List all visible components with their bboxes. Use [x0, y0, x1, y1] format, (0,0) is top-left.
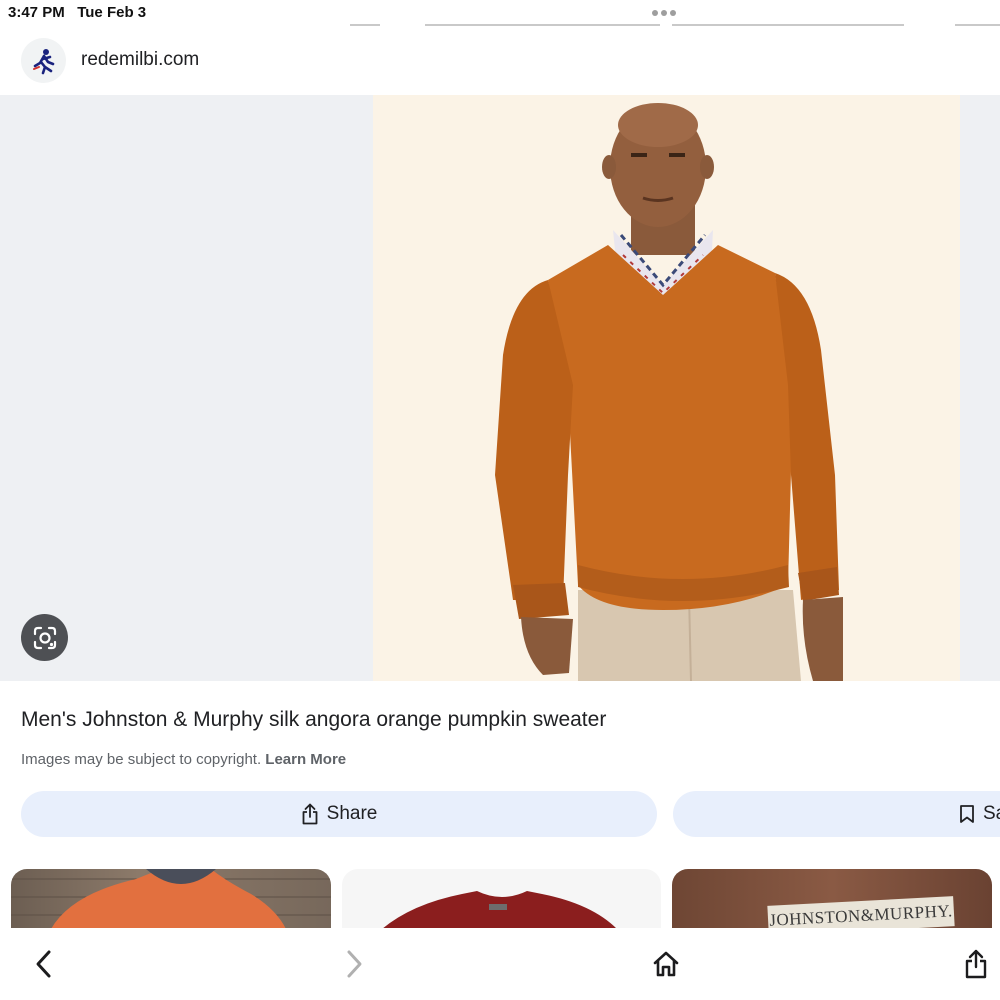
home-icon: [653, 951, 679, 977]
status-clock: 3:47 PM: [8, 4, 65, 21]
share-button[interactable]: Share: [21, 791, 657, 837]
source-domain[interactable]: redemilbi.com: [81, 49, 199, 71]
bottom-toolbar: [0, 928, 1000, 1000]
share-icon: [302, 803, 318, 825]
status-time: 3:47 PM Tue Feb 3: [8, 4, 146, 21]
running-figure-icon: [21, 38, 66, 83]
image-viewer[interactable]: [0, 95, 1000, 681]
toolbar-share-button[interactable]: [956, 944, 996, 984]
tab-strip: [0, 24, 1000, 27]
back-button[interactable]: [24, 944, 64, 984]
related-thumbnail[interactable]: [342, 869, 661, 929]
orange-sweater-thumbnail: [11, 869, 331, 929]
save-label: Sa: [983, 803, 1000, 824]
learn-more-link[interactable]: Learn More: [265, 751, 346, 768]
share-icon: [965, 949, 987, 979]
copyright-text: Images may be subject to copyright.: [21, 751, 262, 768]
related-images: JOHNSTON&MURPHY.: [0, 869, 1000, 929]
save-button[interactable]: Sa: [673, 791, 1000, 837]
red-sweater-thumbnail: [382, 891, 617, 929]
related-thumbnail[interactable]: JOHNSTON&MURPHY.: [672, 869, 992, 929]
google-lens-button[interactable]: [21, 614, 68, 661]
source-header[interactable]: redemilbi.com: [0, 30, 1000, 92]
brand-label: JOHNSTON&MURPHY.: [767, 896, 955, 929]
chevron-right-icon: [347, 950, 362, 978]
multitasking-dots-icon[interactable]: [652, 10, 676, 16]
forward-button[interactable]: [334, 944, 374, 984]
status-date: Tue Feb 3: [77, 4, 147, 21]
google-lens-icon: [33, 626, 56, 649]
copyright-note: Images may be subject to copyright. Lear…: [21, 751, 346, 768]
image-title: Men's Johnston & Murphy silk angora oran…: [21, 708, 607, 731]
related-thumbnail[interactable]: [11, 869, 331, 929]
status-bar: 3:47 PM Tue Feb 3: [0, 0, 1000, 26]
chevron-left-icon: [36, 950, 51, 978]
sweater-model-illustration: [495, 103, 843, 681]
share-label: Share: [326, 803, 378, 824]
home-button[interactable]: [646, 944, 686, 984]
bookmark-icon: [960, 805, 974, 823]
main-image[interactable]: [373, 95, 960, 681]
